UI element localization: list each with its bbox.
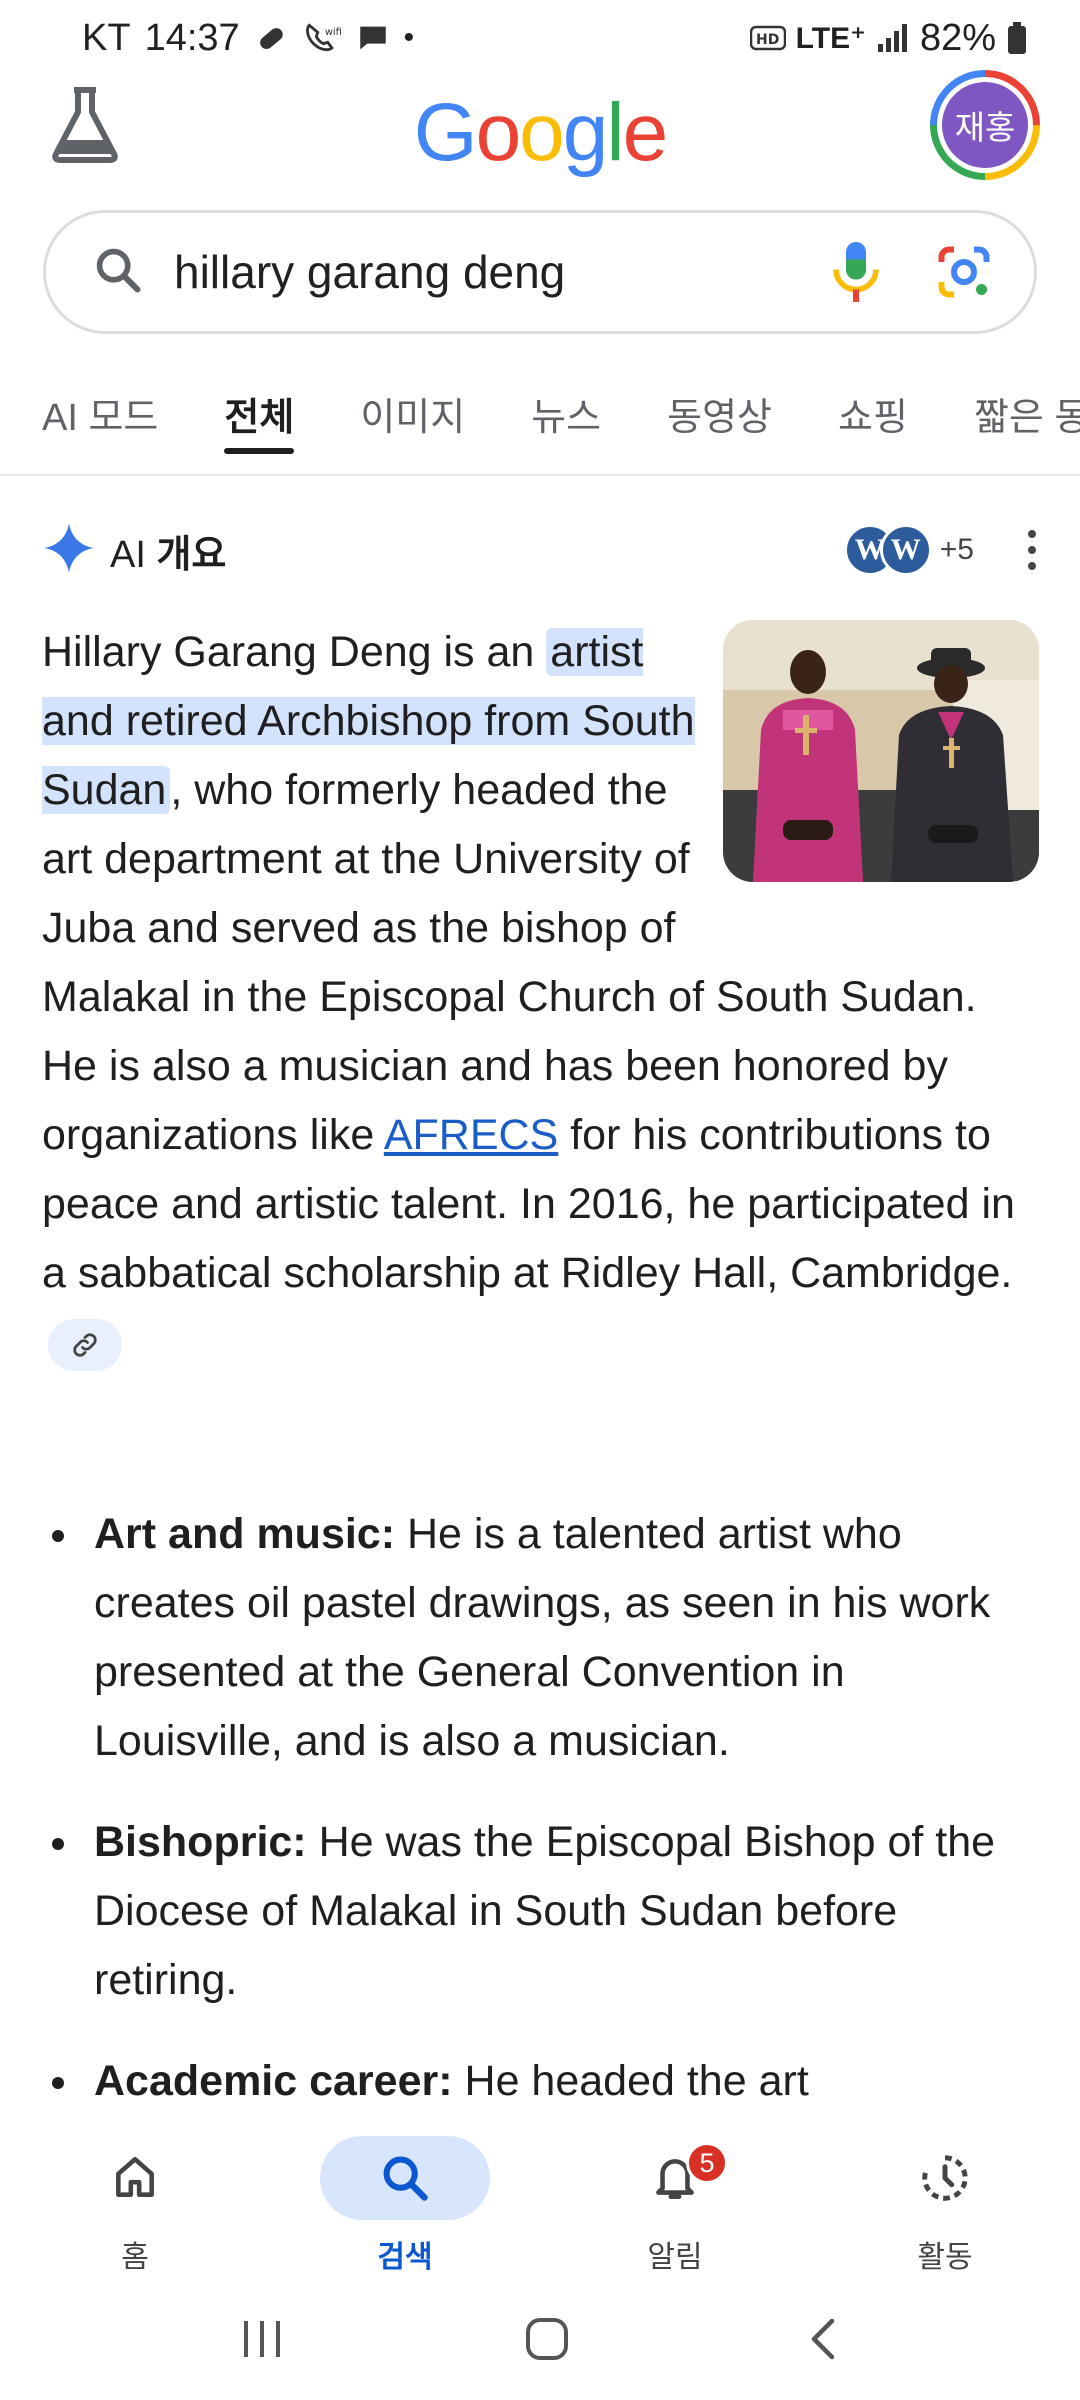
svg-text:wifi: wifi xyxy=(324,27,341,38)
account-avatar[interactable]: 재홍 xyxy=(930,70,1040,180)
ai-sparkle-icon xyxy=(42,521,96,580)
photo-spacer xyxy=(706,618,1042,908)
nav-home-label: 홈 xyxy=(121,2241,149,2274)
summary-text-1: Hillary Garang Deng is an xyxy=(42,628,547,676)
wifi-calling-icon: wifi xyxy=(302,21,342,55)
search-icon xyxy=(320,2136,490,2220)
network-type: LTE⁺ xyxy=(795,21,866,55)
citation-link-button[interactable] xyxy=(48,1318,122,1371)
tab-news[interactable]: 뉴스 xyxy=(531,362,601,474)
pill-icon xyxy=(254,21,288,55)
carrier-label: KT xyxy=(82,16,131,59)
message-icon xyxy=(356,21,390,55)
list-item: Art and music: He is a talented artist w… xyxy=(42,1500,1042,1776)
status-bar: KT 14:37 wifi • HD LTE⁺ 82% xyxy=(0,0,1080,76)
battery-icon xyxy=(1006,21,1028,55)
home-icon xyxy=(50,2136,220,2220)
tab-shopping[interactable]: 쇼핑 xyxy=(838,362,908,474)
nav-notifications-label: 알림 xyxy=(647,2241,703,2274)
google-lens-icon[interactable] xyxy=(934,242,994,302)
tab-images[interactable]: 이미지 xyxy=(360,362,465,474)
recent-apps-button[interactable] xyxy=(238,2317,288,2366)
tab-videos[interactable]: 동영상 xyxy=(667,362,772,474)
list-item: Bishopric: He was the Episcopal Bishop o… xyxy=(42,1808,1042,2015)
nav-notifications[interactable]: 5 알림 xyxy=(540,2122,810,2282)
svg-text:HD: HD xyxy=(756,32,779,48)
tab-ai-mode[interactable]: AI 모드 xyxy=(42,362,158,474)
nav-home[interactable]: 홈 xyxy=(0,2122,270,2282)
tab-short-videos[interactable]: 짧은 동 xyxy=(974,362,1080,474)
search-bar[interactable]: hillary garang deng xyxy=(43,210,1037,334)
source-icons[interactable]: W W +5 xyxy=(843,524,974,576)
tab-all[interactable]: 전체 xyxy=(224,362,294,474)
nav-search-label: 검색 xyxy=(377,2241,433,2274)
hd-voice-icon: HD xyxy=(749,24,786,52)
google-logo[interactable]: Google xyxy=(0,86,1080,180)
search-icon xyxy=(92,244,144,301)
notification-badge: 5 xyxy=(686,2142,728,2184)
link-icon xyxy=(73,1332,97,1357)
signal-icon xyxy=(876,22,910,54)
bottom-navigation: 홈 검색 5 알림 활동 xyxy=(0,2122,1080,2400)
nav-search[interactable]: 검색 xyxy=(270,2122,540,2282)
search-input[interactable]: hillary garang deng xyxy=(174,245,826,299)
afrecs-link[interactable]: AFRECS xyxy=(384,1111,558,1159)
notification-dot: • xyxy=(403,21,415,54)
more-options-icon[interactable] xyxy=(1022,520,1042,580)
home-system-button[interactable] xyxy=(523,2315,571,2368)
system-navigation-bar xyxy=(0,2282,1080,2400)
microphone-icon[interactable] xyxy=(826,237,886,307)
ai-overview-bullets: Art and music: He is a talented artist w… xyxy=(42,1500,1042,2148)
more-sources-count: +5 xyxy=(939,533,974,566)
clock: 14:37 xyxy=(144,16,240,59)
wordpress-source-icon-2: W xyxy=(879,524,932,576)
battery-percent: 82% xyxy=(919,16,996,59)
activity-icon xyxy=(860,2136,1030,2220)
search-tabs: AI 모드 전체 이미지 뉴스 동영상 쇼핑 짧은 동 xyxy=(0,362,1080,476)
nav-activity[interactable]: 활동 xyxy=(810,2122,1080,2282)
ai-overview-title: AI 개요 xyxy=(110,533,227,576)
list-item: Academic career: He headed the art xyxy=(42,2047,1042,2116)
app-header: Google 재홍 xyxy=(0,70,1080,226)
ai-overview-summary: Hillary Garang Deng is an artist and ret… xyxy=(42,618,1042,1377)
avatar-initials: 재홍 xyxy=(942,82,1028,168)
nav-activity-label: 활동 xyxy=(917,2241,973,2274)
ai-overview-header: AI 개요 W W +5 xyxy=(42,520,1042,580)
bell-icon: 5 xyxy=(590,2136,760,2220)
back-button[interactable] xyxy=(806,2315,842,2368)
